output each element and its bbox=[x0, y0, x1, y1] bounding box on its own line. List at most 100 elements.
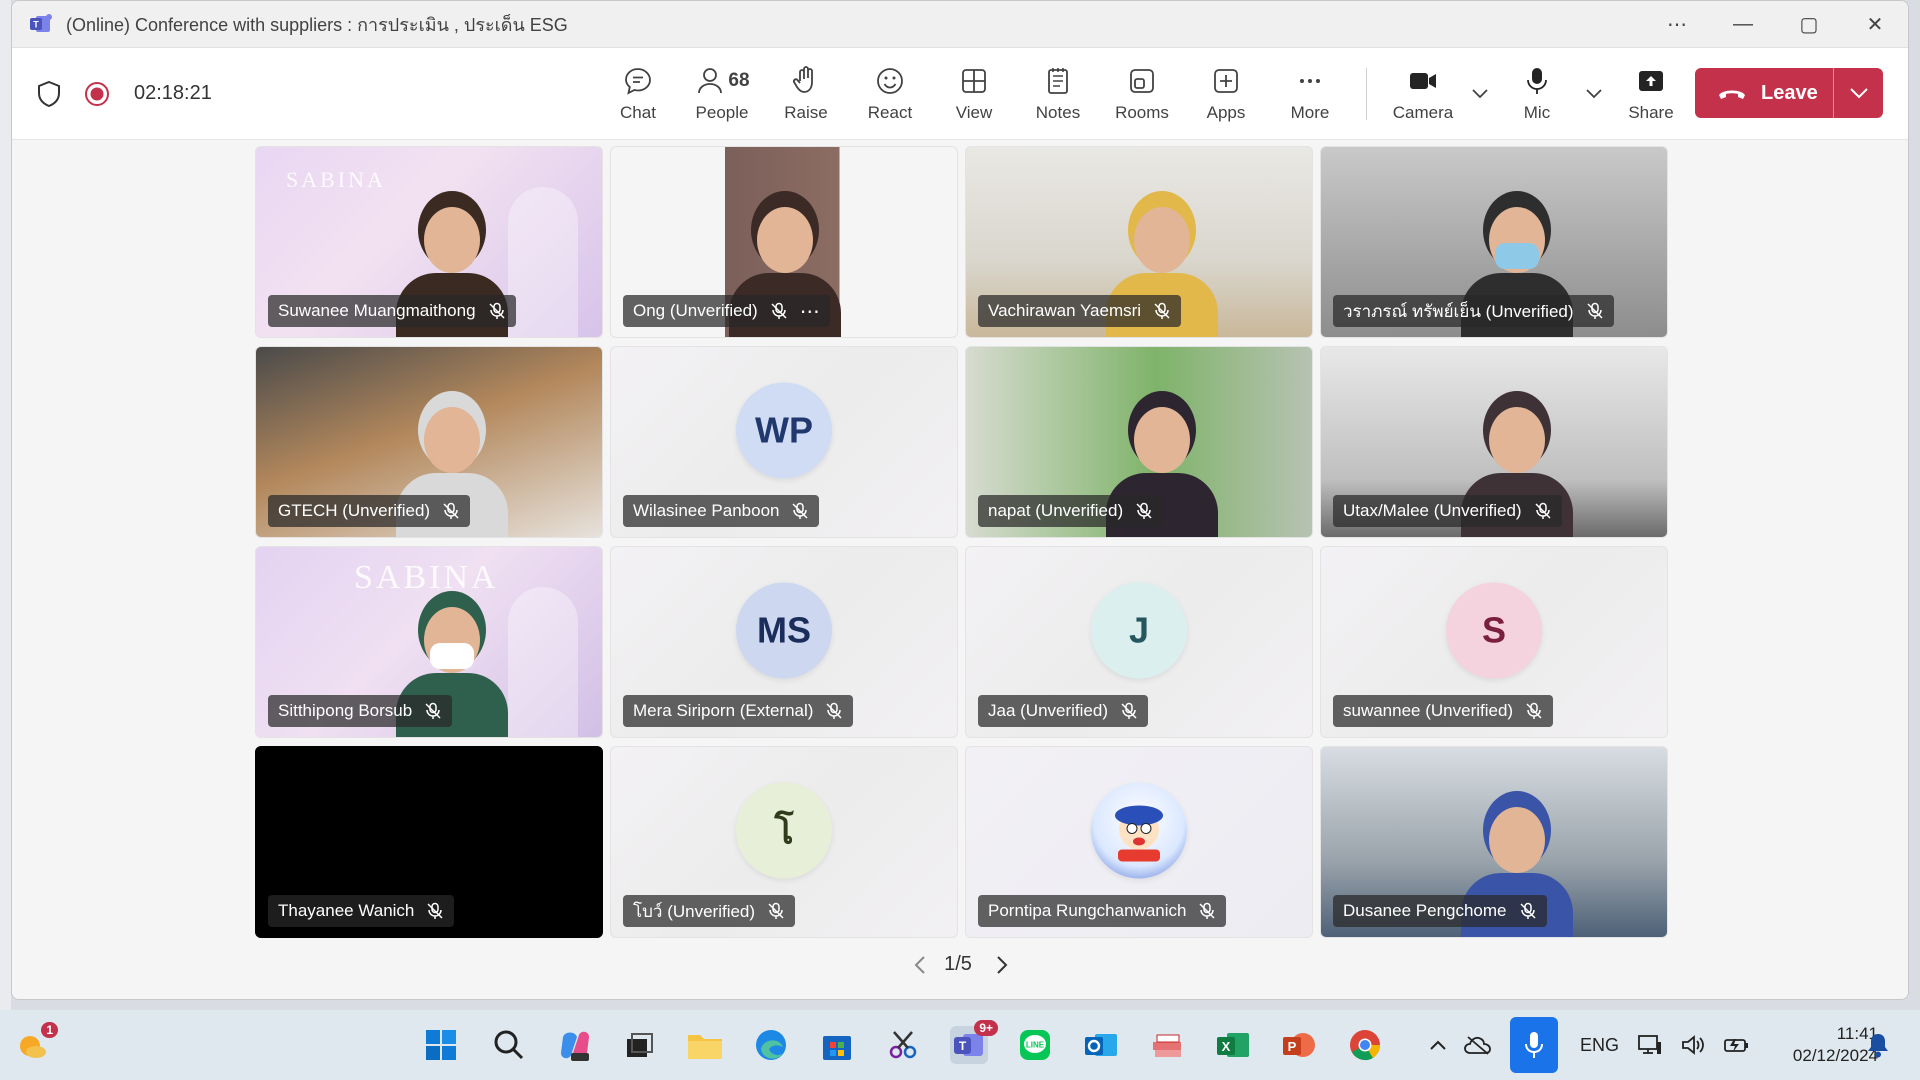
chevron-right-icon[interactable] bbox=[996, 955, 1008, 975]
camera-options-button[interactable] bbox=[1465, 48, 1495, 140]
line-taskbar-icon[interactable]: LINE bbox=[1016, 1026, 1054, 1064]
participant-tile[interactable]: Porntipa Rungchanwanich bbox=[965, 746, 1313, 938]
participant-tile[interactable]: MS Mera Siriporn (External) bbox=[610, 546, 958, 738]
participant-cartoon-avatar bbox=[1091, 782, 1187, 879]
task-view-button[interactable] bbox=[620, 1026, 658, 1064]
clock[interactable]: 11:41 02/12/2024 bbox=[1762, 1010, 1878, 1080]
apps-button[interactable]: Apps bbox=[1184, 48, 1268, 140]
participant-more-icon[interactable]: ⋯ bbox=[800, 299, 820, 324]
participant-name: GTECH (Unverified) bbox=[278, 501, 431, 520]
participant-tile[interactable]: SABINA Suwanee Muangmaithong bbox=[255, 146, 603, 338]
mic-off-icon bbox=[1135, 502, 1153, 520]
participant-name: Jaa (Unverified) bbox=[988, 701, 1108, 720]
mic-off-icon bbox=[426, 902, 444, 920]
share-screen-icon bbox=[1639, 71, 1663, 91]
participant-tile[interactable]: WP Wilasinee Panboon bbox=[610, 346, 958, 538]
mic-button[interactable]: Mic bbox=[1495, 48, 1579, 140]
people-label: People bbox=[695, 103, 749, 122]
powerpoint-taskbar-icon[interactable]: P bbox=[1280, 1026, 1318, 1064]
search-icon bbox=[494, 1030, 524, 1060]
participant-tile[interactable]: Vachirawan Yaemsri bbox=[965, 146, 1313, 338]
mic-options-button[interactable] bbox=[1579, 48, 1609, 140]
more-options-icon[interactable]: ⋯ bbox=[1644, 1, 1710, 47]
svg-text:T: T bbox=[33, 20, 39, 30]
notifications-button[interactable] bbox=[1866, 1010, 1890, 1080]
rooms-icon bbox=[1130, 69, 1154, 93]
notes-button[interactable]: Notes bbox=[1016, 48, 1100, 140]
store-taskbar-icon[interactable] bbox=[818, 1026, 856, 1064]
participant-name-label: Dusanee Pengchome bbox=[1333, 895, 1547, 927]
participant-name: Utax/Malee (Unverified) bbox=[1343, 501, 1522, 520]
line-app-icon: LINE bbox=[1020, 1030, 1050, 1060]
shield-icon[interactable] bbox=[36, 80, 62, 108]
participant-name-label: napat (Unverified) bbox=[978, 495, 1164, 527]
weather-widget[interactable]: 1 bbox=[14, 1022, 58, 1064]
view-button[interactable]: View bbox=[932, 48, 1016, 140]
more-button[interactable]: More bbox=[1268, 48, 1352, 140]
mic-in-use-button[interactable] bbox=[1510, 1017, 1558, 1073]
edge-taskbar-icon[interactable] bbox=[752, 1026, 790, 1064]
mic-off-icon bbox=[1534, 502, 1552, 520]
mic-label: Mic bbox=[1523, 103, 1551, 122]
mic-off-icon bbox=[1586, 302, 1604, 320]
camera-button[interactable]: Camera bbox=[1381, 48, 1465, 140]
participant-tile[interactable]: GTECH (Unverified) bbox=[255, 346, 603, 538]
svg-text:T: T bbox=[959, 1039, 967, 1053]
excel-taskbar-icon[interactable]: X bbox=[1214, 1026, 1252, 1064]
people-button[interactable]: 68 People bbox=[680, 48, 764, 140]
start-button[interactable] bbox=[422, 1026, 460, 1064]
leave-label: Leave bbox=[1761, 81, 1818, 104]
participant-tile[interactable]: โโบว์ (Unverified) bbox=[610, 746, 958, 938]
leave-options-button[interactable] bbox=[1834, 87, 1883, 99]
maximize-button[interactable]: ▢ bbox=[1776, 1, 1842, 47]
raise-hand-button[interactable]: Raise bbox=[764, 48, 848, 140]
chevron-left-icon[interactable] bbox=[914, 955, 926, 975]
teams-taskbar-icon[interactable]: T 9+ bbox=[950, 1020, 998, 1064]
react-button[interactable]: React bbox=[848, 48, 932, 140]
gallery-pager: 1/5 bbox=[12, 953, 1908, 976]
participant-tile[interactable]: J Jaa (Unverified) bbox=[965, 546, 1313, 738]
participant-tile[interactable]: Thayanee Wanich bbox=[255, 746, 603, 938]
onedrive-icon[interactable] bbox=[1464, 1035, 1492, 1055]
chrome-taskbar-icon[interactable] bbox=[1346, 1026, 1384, 1064]
file-explorer-taskbar-icon[interactable] bbox=[686, 1026, 724, 1064]
participant-tile[interactable]: SABINA Sitthipong Borsub bbox=[255, 546, 603, 738]
page-indicator: 1/5 bbox=[944, 953, 972, 975]
participant-tile[interactable]: Ong (Unverified) ⋯ bbox=[610, 146, 958, 338]
minimize-button[interactable]: — bbox=[1710, 1, 1776, 47]
books-taskbar-icon[interactable] bbox=[1148, 1026, 1186, 1064]
participant-avatar: โ bbox=[736, 782, 832, 879]
leave-button[interactable]: Leave bbox=[1695, 68, 1883, 118]
chevron-down-icon bbox=[1586, 89, 1602, 99]
volume-icon[interactable] bbox=[1681, 1034, 1705, 1056]
participant-tile[interactable]: วราภรณ์ ทรัพย์เย็น (Unverified) bbox=[1320, 146, 1668, 338]
add-app-icon bbox=[1214, 69, 1238, 93]
participant-tile[interactable]: Ssuwannee (Unverified) bbox=[1320, 546, 1668, 738]
participant-name: Wilasinee Panboon bbox=[633, 501, 780, 520]
outlook-taskbar-icon[interactable] bbox=[1082, 1026, 1120, 1064]
rooms-button[interactable]: Rooms bbox=[1100, 48, 1184, 140]
copilot-taskbar-icon[interactable] bbox=[556, 1026, 594, 1064]
participant-name-label: suwannee (Unverified) bbox=[1333, 695, 1554, 727]
participant-name-label: วราภรณ์ ทรัพย์เย็น (Unverified) bbox=[1333, 295, 1614, 327]
chrome-icon bbox=[1350, 1030, 1381, 1061]
share-button[interactable]: Share bbox=[1609, 48, 1693, 140]
input-language[interactable]: ENG bbox=[1580, 1035, 1619, 1056]
meeting-timer: 02:18:21 bbox=[134, 82, 212, 104]
participant-name: วราภรณ์ ทรัพย์เย็น (Unverified) bbox=[1343, 301, 1574, 321]
search-button[interactable] bbox=[490, 1026, 528, 1064]
mic-off-icon bbox=[770, 302, 788, 320]
participant-tile[interactable]: napat (Unverified) bbox=[965, 346, 1313, 538]
edge-browser-icon bbox=[756, 1030, 786, 1060]
close-button[interactable]: ✕ bbox=[1842, 1, 1908, 47]
network-icon[interactable] bbox=[1637, 1033, 1663, 1057]
snipping-tool-taskbar-icon[interactable] bbox=[884, 1026, 922, 1064]
participant-tile[interactable]: Dusanee Pengchome bbox=[1320, 746, 1668, 938]
participant-tile[interactable]: Utax/Malee (Unverified) bbox=[1320, 346, 1668, 538]
svg-text:P: P bbox=[1288, 1039, 1297, 1054]
battery-icon[interactable] bbox=[1723, 1035, 1751, 1055]
chat-button[interactable]: Chat bbox=[596, 48, 680, 140]
participant-avatar: J bbox=[1091, 582, 1187, 679]
participant-name: Dusanee Pengchome bbox=[1343, 901, 1507, 920]
chevron-up-icon[interactable] bbox=[1430, 1040, 1446, 1050]
